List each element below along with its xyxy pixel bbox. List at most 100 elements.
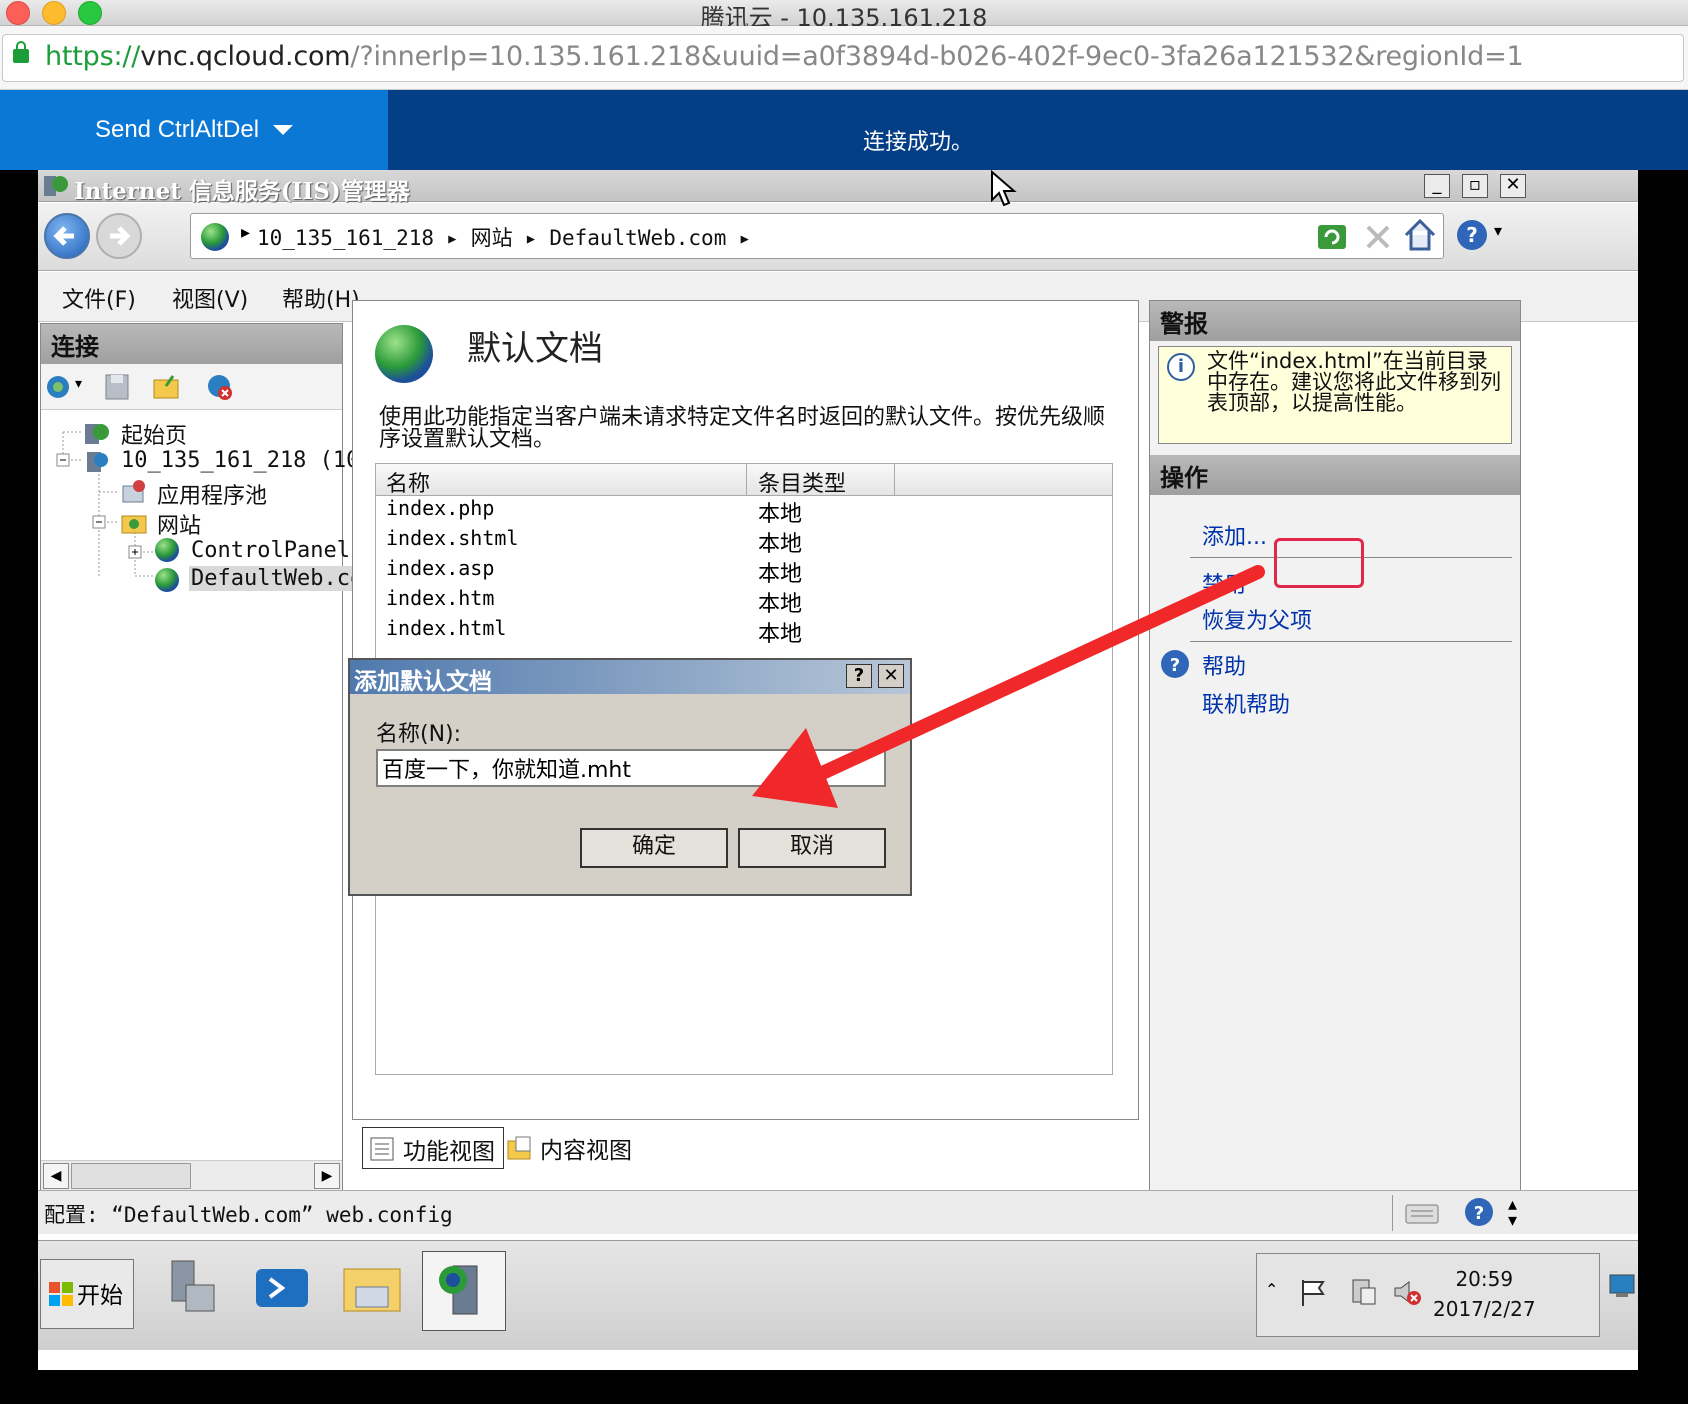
iis-app-icon <box>44 176 68 196</box>
chevron-down-icon[interactable] <box>273 125 294 135</box>
iis-manager-taskbar-button[interactable] <box>422 1251 506 1331</box>
tab-content-view[interactable]: 内容视图 <box>500 1127 640 1169</box>
delete-connection-icon[interactable] <box>205 372 235 402</box>
tree-item-app-pools[interactable]: 应用程序池 <box>157 478 267 510</box>
iis-taskbar-icon <box>439 1265 478 1315</box>
clock[interactable]: 20:59 2017/2/27 <box>1433 1264 1536 1324</box>
action-revert-to-parent[interactable]: 恢复为父项 <box>1202 603 1312 635</box>
menu-help[interactable]: 帮助(H) <box>282 282 360 314</box>
remote-desktop[interactable]: Internet 信息服务(IIS)管理器 _ ▫ ✕ ▸ 10_135_161… <box>38 170 1638 1370</box>
menu-view[interactable]: 视图(V) <box>172 282 248 314</box>
row-name: index.asp <box>386 556 495 580</box>
row-type: 本地 <box>758 622 803 647</box>
restore-button[interactable]: ▫ <box>1462 174 1488 198</box>
globe-icon <box>201 223 229 251</box>
row-type: 本地 <box>758 592 803 617</box>
feature-description: 使用此功能指定当客户端未请求特定文件名时返回的默认文件。按优先级顺序设置默认文档… <box>379 405 1106 452</box>
horizontal-scrollbar[interactable]: ◀ ▶ <box>41 1160 342 1192</box>
table-row[interactable]: index.htm 本地 <box>376 586 1112 617</box>
breadcrumb-site[interactable]: DefaultWeb.com <box>549 226 726 250</box>
volume-muted-icon[interactable] <box>1391 1276 1423 1308</box>
url-text[interactable]: https://vnc.qcloud.com/?innerIp=10.135.1… <box>45 41 1524 72</box>
ok-button[interactable]: 确定 <box>580 828 728 868</box>
tab-features-view[interactable]: 功能视图 <box>362 1127 504 1169</box>
name-field-label: 名称(N): <box>376 722 462 747</box>
alert-text: 文件“index.html”在当前目录中存在。建议您将此文件移到列表顶部，以提高… <box>1207 349 1501 415</box>
powershell-icon[interactable] <box>246 1251 318 1323</box>
tree-item-start-page[interactable]: 起始页 <box>121 418 187 450</box>
breadcrumb-server[interactable]: 10_135_161_218 <box>257 226 434 250</box>
site-globe-icon <box>155 568 179 592</box>
tree-item-server[interactable]: 10_135_161_218 (10_1 <box>121 448 386 473</box>
explorer-folder-icon[interactable] <box>336 1251 408 1323</box>
stop-icon[interactable] <box>1362 221 1394 253</box>
table-row[interactable]: index.php 本地 <box>376 496 1112 527</box>
server-manager-icon[interactable] <box>156 1251 228 1323</box>
minimize-button[interactable]: _ <box>1424 174 1450 198</box>
name-input[interactable] <box>376 749 886 787</box>
action-online-help[interactable]: 联机帮助 <box>1202 687 1290 719</box>
start-page-icon <box>85 424 109 444</box>
help-icon[interactable]: ? <box>1462 1195 1496 1229</box>
refresh-icon[interactable] <box>1316 221 1348 253</box>
network-icon[interactable] <box>1347 1276 1379 1308</box>
column-divider[interactable] <box>746 464 747 496</box>
help-icon[interactable]: ? <box>1454 217 1490 253</box>
taskbar: 开始 ⌃ 20:59 2017/2/27 <box>38 1240 1638 1350</box>
windows-logo-icon <box>49 1282 73 1306</box>
connect-globe-icon[interactable] <box>45 372 75 402</box>
row-name: index.htm <box>386 586 495 610</box>
save-icon[interactable] <box>103 372 131 402</box>
tree-item-sites[interactable]: 网站 <box>157 508 201 540</box>
chevron-down-icon[interactable]: ▾ <box>1494 221 1502 240</box>
action-disable[interactable]: 禁用 <box>1202 567 1246 599</box>
dialog-titlebar: 添加默认文档 ? ✕ <box>350 660 910 695</box>
features-view-icon <box>370 1137 394 1161</box>
home-icon[interactable] <box>1402 217 1438 253</box>
open-folder-icon[interactable] <box>151 372 181 402</box>
svg-text:?: ? <box>1170 655 1180 676</box>
resize-grip-icon[interactable]: ▴ ▾ <box>1508 1196 1517 1230</box>
content-view-icon <box>507 1136 531 1160</box>
cancel-button[interactable]: 取消 <box>738 828 886 868</box>
alert-message: i 文件“index.html”在当前目录中存在。建议您将此文件移到列表顶部，以… <box>1158 346 1512 444</box>
back-button[interactable] <box>44 213 90 259</box>
action-add[interactable]: 添加... <box>1202 519 1267 551</box>
column-name[interactable]: 名称 <box>386 466 430 498</box>
chevron-down-icon[interactable]: ▾ <box>75 376 82 392</box>
lock-icon <box>13 41 29 63</box>
action-help[interactable]: 帮助 <box>1202 649 1246 681</box>
breadcrumb[interactable]: ▸ 10_135_161_218 ▸ 网站 ▸ DefaultWeb.com ▸ <box>190 213 1444 259</box>
send-ctrl-alt-del-label: Send CtrlAltDel <box>94 116 260 143</box>
tab-features-view-label: 功能视图 <box>403 1139 495 1165</box>
scroll-thumb[interactable] <box>71 1163 191 1189</box>
url-field[interactable]: https://vnc.qcloud.com/?innerIp=10.135.1… <box>2 34 1684 82</box>
keyboard-icon[interactable] <box>1404 1197 1440 1229</box>
dialog-close-button[interactable]: ✕ <box>878 664 904 688</box>
scroll-left-icon[interactable]: ◀ <box>43 1163 69 1189</box>
forward-button[interactable] <box>96 213 142 259</box>
clock-time: 20:59 <box>1455 1267 1514 1291</box>
tree-item-controlpanel[interactable]: ControlPanel <box>191 538 350 563</box>
dialog-title: 添加默认文档 <box>354 669 492 695</box>
column-divider[interactable] <box>894 464 895 496</box>
menu-file[interactable]: 文件(F) <box>62 282 136 314</box>
table-row[interactable]: index.html 本地 <box>376 616 1112 647</box>
show-desktop-icon[interactable] <box>1608 1271 1636 1299</box>
start-button[interactable]: 开始 <box>40 1259 134 1329</box>
dialog-help-button[interactable]: ? <box>846 664 872 688</box>
column-entry-type[interactable]: 条目类型 <box>758 466 846 498</box>
add-default-document-dialog: 添加默认文档 ? ✕ 名称(N): 确定 取消 <box>348 658 912 896</box>
tab-content-view-label: 内容视图 <box>540 1138 632 1164</box>
status-bar: 配置: “DefaultWeb.com” web.config ? ▴ ▾ <box>38 1190 1638 1234</box>
tree-item-defaultweb[interactable]: DefaultWeb.com <box>189 566 379 591</box>
table-row[interactable]: index.shtml 本地 <box>376 526 1112 557</box>
flag-icon[interactable] <box>1297 1276 1329 1308</box>
chevron-up-icon[interactable]: ⌃ <box>1265 1280 1278 1299</box>
close-button[interactable]: ✕ <box>1500 174 1526 198</box>
table-row[interactable]: index.asp 本地 <box>376 556 1112 587</box>
send-ctrl-alt-del-button[interactable]: Send CtrlAltDel <box>0 90 388 170</box>
connection-status: 连接成功。 <box>863 130 974 155</box>
breadcrumb-sites[interactable]: 网站 <box>471 226 513 250</box>
scroll-right-icon[interactable]: ▶ <box>314 1163 340 1189</box>
